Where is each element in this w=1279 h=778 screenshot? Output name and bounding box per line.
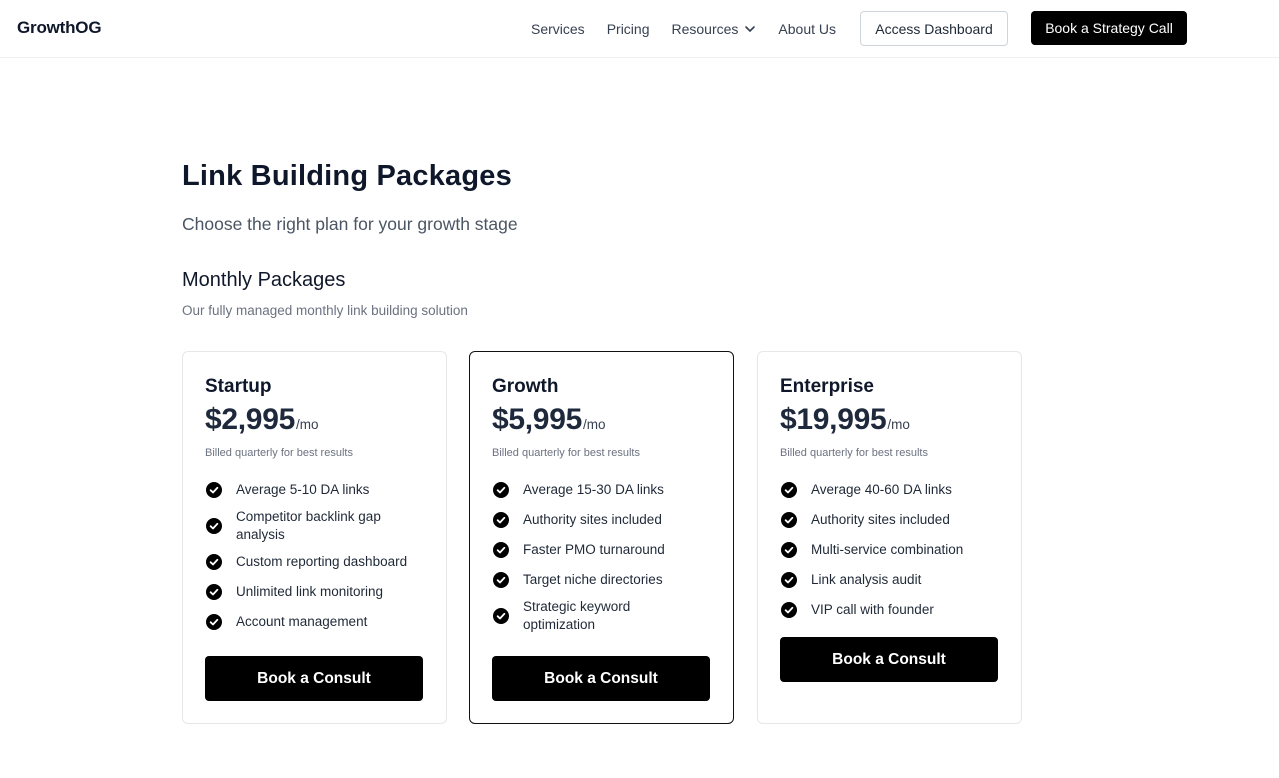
check-circle-icon — [493, 512, 509, 528]
plan-name: Growth — [492, 376, 559, 397]
check-circle-icon — [206, 614, 222, 630]
book-consult-button[interactable]: Book a Consult — [492, 656, 710, 701]
check-circle-icon — [493, 542, 509, 558]
feature-text: Strategic keyword optimization — [523, 599, 631, 632]
page-subtitle: Choose the right plan for your growth st… — [182, 214, 518, 234]
feature-item: Average 40-60 DA links — [780, 475, 1010, 505]
feature-item: Account management — [205, 607, 435, 637]
feature-text: Custom reporting dashboard — [236, 554, 408, 569]
check-circle-icon — [493, 572, 509, 588]
price-period: /mo — [295, 417, 319, 432]
price-period: /mo — [887, 417, 910, 432]
check-circle-icon — [493, 608, 509, 624]
check-circle-icon — [781, 572, 797, 588]
plan-price: $19,995 /mo — [780, 403, 910, 437]
feature-item: Custom reporting dashboard — [205, 547, 435, 577]
billing-note: Billed quarterly for best results — [492, 447, 640, 459]
feature-item: Strategic keyword optimization — [492, 595, 722, 637]
feature-list: Average 5-10 DA links Competitor backlin… — [205, 475, 435, 637]
feature-text: Average 15-30 DA links — [523, 482, 664, 497]
feature-item: Target niche directories — [492, 565, 722, 595]
billing-note: Billed quarterly for best results — [780, 447, 928, 459]
plan-card-enterprise: Enterprise $19,995 /mo Billed quarterly … — [757, 351, 1022, 724]
feature-text: Multi-service combination — [811, 542, 964, 557]
nav-link-pricing[interactable]: Pricing — [607, 21, 650, 37]
nav-link-about[interactable]: About Us — [778, 21, 836, 37]
plan-card-growth: Growth $5,995 /mo Billed quarterly for b… — [469, 351, 734, 724]
feature-text: Link analysis audit — [811, 572, 922, 587]
book-consult-button[interactable]: Book a Consult — [780, 637, 998, 682]
plan-price: $2,995 /mo — [205, 403, 318, 437]
price-amount: $19,995 — [780, 403, 887, 436]
feature-text: Account management — [236, 614, 368, 629]
check-circle-icon — [493, 482, 509, 498]
plan-name: Enterprise — [780, 376, 874, 397]
feature-text: Authority sites included — [811, 512, 950, 527]
feature-item: VIP call with founder — [780, 595, 1010, 625]
feature-list: Average 15-30 DA links Authority sites i… — [492, 475, 722, 637]
feature-item: Multi-service combination — [780, 535, 1010, 565]
feature-item: Faster PMO turnaround — [492, 535, 722, 565]
feature-text: Authority sites included — [523, 512, 662, 527]
plan-card-startup: Startup $2,995 /mo Billed quarterly for … — [182, 351, 447, 724]
nav-link-resources-label: Resources — [671, 20, 739, 37]
feature-text: VIP call with founder — [811, 602, 934, 617]
top-nav: GrowthOG Services Pricing Resources Abou… — [0, 0, 1279, 58]
chevron-down-icon — [745, 25, 756, 32]
feature-item: Competitor backlink gap analysis — [205, 505, 435, 547]
page-title: Link Building Packages — [182, 160, 512, 192]
logo[interactable]: GrowthOG — [17, 18, 102, 38]
feature-text: Average 5-10 DA links — [236, 482, 370, 497]
price-amount: $5,995 — [492, 403, 582, 436]
feature-item: Average 15-30 DA links — [492, 475, 722, 505]
feature-item: Authority sites included — [780, 505, 1010, 535]
plan-name: Startup — [205, 376, 272, 397]
section-title: Monthly Packages — [182, 269, 346, 291]
nav-links: Services Pricing Resources About Us — [531, 0, 858, 57]
feature-item: Authority sites included — [492, 505, 722, 535]
nav-link-resources[interactable]: Resources — [671, 21, 756, 37]
feature-item: Unlimited link monitoring — [205, 577, 435, 607]
feature-text: Target niche directories — [523, 572, 663, 587]
check-circle-icon — [781, 542, 797, 558]
nav-link-services[interactable]: Services — [531, 21, 585, 37]
price-amount: $2,995 — [205, 403, 295, 436]
book-strategy-call-button[interactable]: Book a Strategy Call — [1031, 11, 1187, 45]
feature-text: Faster PMO turnaround — [523, 542, 665, 557]
feature-text: Unlimited link monitoring — [236, 584, 384, 599]
check-circle-icon — [781, 482, 797, 498]
price-period: /mo — [582, 417, 606, 432]
check-circle-icon — [781, 512, 797, 528]
check-circle-icon — [206, 554, 222, 570]
plan-price: $5,995 /mo — [492, 403, 605, 437]
check-circle-icon — [781, 602, 797, 618]
feature-text: Average 40-60 DA links — [811, 482, 952, 497]
feature-item: Link analysis audit — [780, 565, 1010, 595]
check-circle-icon — [206, 482, 222, 498]
book-consult-button[interactable]: Book a Consult — [205, 656, 423, 701]
check-circle-icon — [206, 584, 222, 600]
section-subtitle: Our fully managed monthly link building … — [182, 303, 468, 318]
feature-item: Average 5-10 DA links — [205, 475, 435, 505]
feature-list: Average 40-60 DA links Authority sites i… — [780, 475, 1010, 625]
access-dashboard-button[interactable]: Access Dashboard — [860, 11, 1008, 46]
check-circle-icon — [206, 518, 222, 534]
billing-note: Billed quarterly for best results — [205, 447, 353, 459]
feature-text: Competitor backlink gap analysis — [236, 509, 381, 542]
